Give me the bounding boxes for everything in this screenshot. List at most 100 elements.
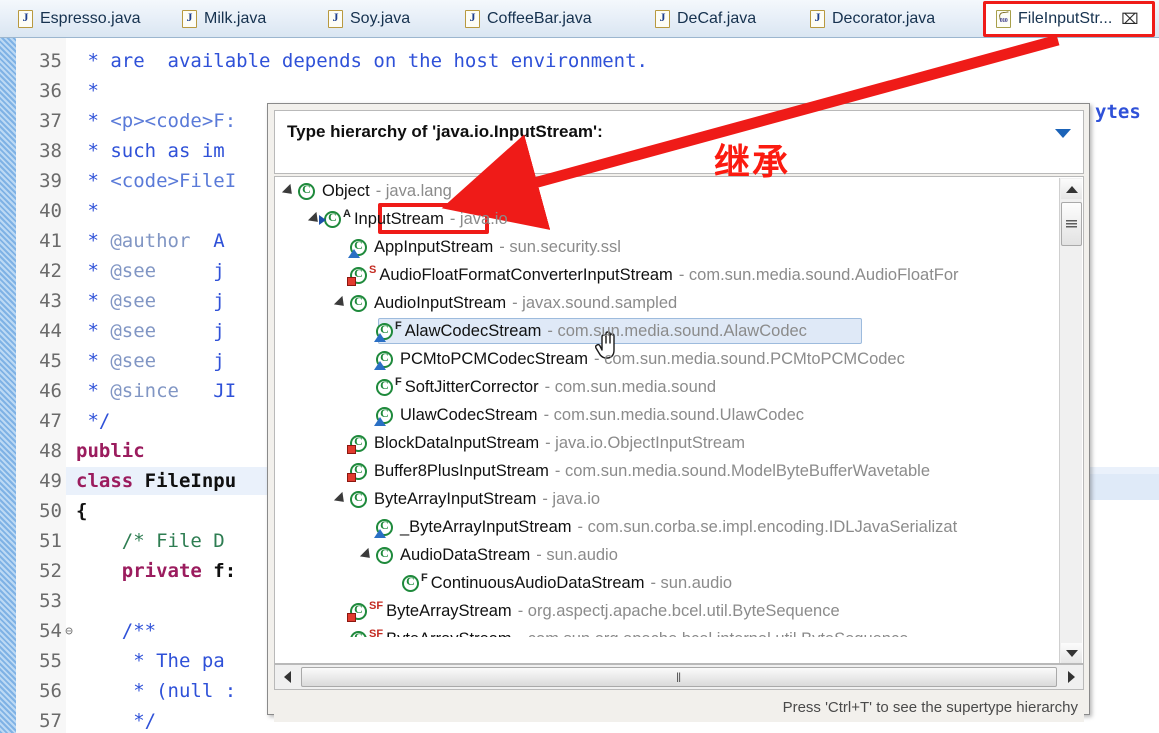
code-token: /* File D	[121, 530, 225, 552]
code-token: (null :	[156, 680, 237, 702]
scroll-up-button[interactable]	[1061, 179, 1082, 199]
chevron-down-icon[interactable]	[1055, 129, 1071, 138]
close-icon[interactable]: ⌧	[1121, 12, 1138, 27]
line-number: 52	[39, 560, 62, 582]
code-line-text: * @see j	[76, 320, 224, 342]
tab-label: Soy.java	[350, 9, 411, 27]
line-number: 35	[39, 50, 62, 72]
code-line-text: */	[76, 710, 156, 732]
visibility-overlay-icon	[374, 528, 386, 538]
line-number: 42	[39, 260, 62, 282]
code-token: *	[76, 140, 111, 162]
code-token: class	[76, 470, 145, 492]
tree-node-name: ByteArrayInputStream	[374, 489, 537, 508]
tree-node[interactable]: AudioDataStream - sun.audio	[275, 541, 1059, 569]
scroll-left-button[interactable]	[275, 665, 299, 689]
tree-node[interactable]: Object - java.lang	[275, 177, 1059, 205]
tree-node[interactable]: FSoftJitterCorrector - com.sun.media.soun…	[275, 373, 1059, 401]
class-icon	[376, 546, 393, 564]
code-token: @see	[110, 260, 157, 282]
visibility-overlay-icon	[374, 416, 386, 426]
code-token: /**	[121, 620, 157, 642]
editor-tab-milk-java[interactable]: Milk.java	[172, 0, 296, 37]
line-number: 38	[39, 140, 62, 162]
class-icon	[376, 378, 393, 396]
modifier-badge: A	[343, 208, 351, 220]
tree-node[interactable]: AInputStream - java.io	[275, 205, 1059, 233]
editor-tab-espresso-java[interactable]: Espresso.java	[8, 0, 168, 37]
tree-node-name: UlawCodecStream	[400, 405, 538, 424]
code-line-text: private f:	[76, 560, 236, 582]
private-lock-overlay-icon	[347, 472, 356, 482]
tree-node[interactable]: ByteArrayInputStream - java.io	[275, 485, 1059, 513]
type-hierarchy-popup[interactable]: Type hierarchy of 'java.io.InputStream':…	[267, 103, 1090, 722]
code-token: such as im	[110, 140, 225, 162]
tree-node[interactable]: _ByteArrayInputStream - com.sun.corba.se.…	[275, 513, 1059, 541]
code-token: @see	[110, 320, 157, 342]
code-line-text: * @since JI	[76, 380, 236, 402]
code-token: @since	[110, 380, 179, 402]
java-file-icon	[655, 9, 670, 28]
java-file-icon	[465, 9, 480, 28]
code-fold-toggle-icon[interactable]: ⊖	[62, 624, 76, 639]
code-line-text: * @see j	[76, 260, 224, 282]
line-number: 47	[39, 410, 62, 432]
tree-node[interactable]: AudioInputStream - javax.sound.sampled	[275, 289, 1059, 317]
expand-arrow-icon[interactable]	[333, 295, 349, 311]
tree-node-package: - org.aspectj.apache.bcel.util.ByteSeque…	[517, 601, 840, 620]
type-hierarchy-tree[interactable]: Object - java.lang AInputStream - java.io Ap…	[275, 177, 1059, 637]
editor-tab-decorator-java[interactable]: Decorator.java	[800, 0, 966, 37]
tree-node[interactable]: UlawCodecStream - com.sun.media.sound.Ula…	[275, 401, 1059, 429]
tree-node[interactable]: FContinuousAudioDataStream - sun.audio	[275, 569, 1059, 597]
code-token: *	[76, 290, 111, 312]
tree-node[interactable]: AppInputStream - sun.security.ssl	[275, 233, 1059, 261]
tree-node[interactable]: Buffer8PlusInputStream - com.sun.media.so…	[275, 457, 1059, 485]
code-token: f:	[213, 560, 237, 582]
tree-horizontal-scrollbar[interactable]: ‖	[274, 664, 1084, 690]
tree-node[interactable]: BlockDataInputStream - java.io.ObjectInpu…	[275, 429, 1059, 457]
line-number: 51	[39, 530, 62, 552]
code-line-text: *	[76, 200, 98, 222]
tree-vertical-scrollbar[interactable]	[1059, 178, 1082, 663]
tree-node-name: AudioDataStream	[400, 545, 531, 564]
code-line-text: * are available depends on the host envi…	[76, 50, 648, 72]
code-token: {	[76, 500, 88, 522]
line-number: 46	[39, 380, 62, 402]
tree-node[interactable]: PCMtoPCMCodecStream - com.sun.media.sound…	[275, 345, 1059, 373]
line-number: 45	[39, 350, 62, 372]
editor-tab-soy-java[interactable]: Soy.java	[318, 0, 434, 37]
horizontal-scrollbar-thumb[interactable]: ‖	[301, 667, 1057, 687]
code-token: @see	[110, 290, 157, 312]
line-number: 39	[39, 170, 62, 192]
tree-node[interactable]: FAlawCodecStream - com.sun.media.sound.Al…	[275, 317, 1059, 345]
tree-node[interactable]: SFByteArrayStream - org.aspectj.apache.bc…	[275, 597, 1059, 625]
expand-arrow-icon[interactable]	[359, 547, 375, 563]
class-icon	[347, 602, 367, 622]
editor-tab-bar: Espresso.java Milk.java Soy.java CoffeeBar.…	[0, 0, 1159, 38]
code-token: *	[76, 380, 111, 402]
vertical-scrollbar-thumb[interactable]	[1061, 202, 1082, 246]
tree-node-package: - java.io	[449, 209, 508, 228]
screen-root: Espresso.java Milk.java Soy.java CoffeeBar.…	[0, 0, 1159, 733]
editor-tab-fileinputstr[interactable]: FileInputStr... ⌧	[983, 1, 1155, 37]
scroll-right-button[interactable]	[1059, 665, 1083, 689]
code-line-text: */	[76, 410, 110, 432]
type-hierarchy-tree-container[interactable]: Object - java.lang AInputStream - java.io Ap…	[274, 176, 1084, 664]
expand-arrow-icon[interactable]	[333, 491, 349, 507]
line-number: 43	[39, 290, 62, 312]
code-token: */	[76, 710, 157, 732]
line-number: 49	[39, 470, 62, 492]
class-icon	[374, 518, 393, 538]
tree-node[interactable]: SAudioFloatFormatConverterInputStream - c…	[275, 261, 1059, 289]
editor-tab-decaf-java[interactable]: DeCaf.java	[645, 0, 779, 37]
scroll-down-button[interactable]	[1061, 643, 1082, 663]
editor-tab-coffeebar-java[interactable]: CoffeeBar.java	[455, 0, 623, 37]
expand-arrow-icon[interactable]	[281, 183, 297, 199]
tree-node[interactable]: SFByteArrayStream - com.sun.org.apache.bc…	[275, 625, 1059, 637]
class-icon	[374, 350, 393, 370]
